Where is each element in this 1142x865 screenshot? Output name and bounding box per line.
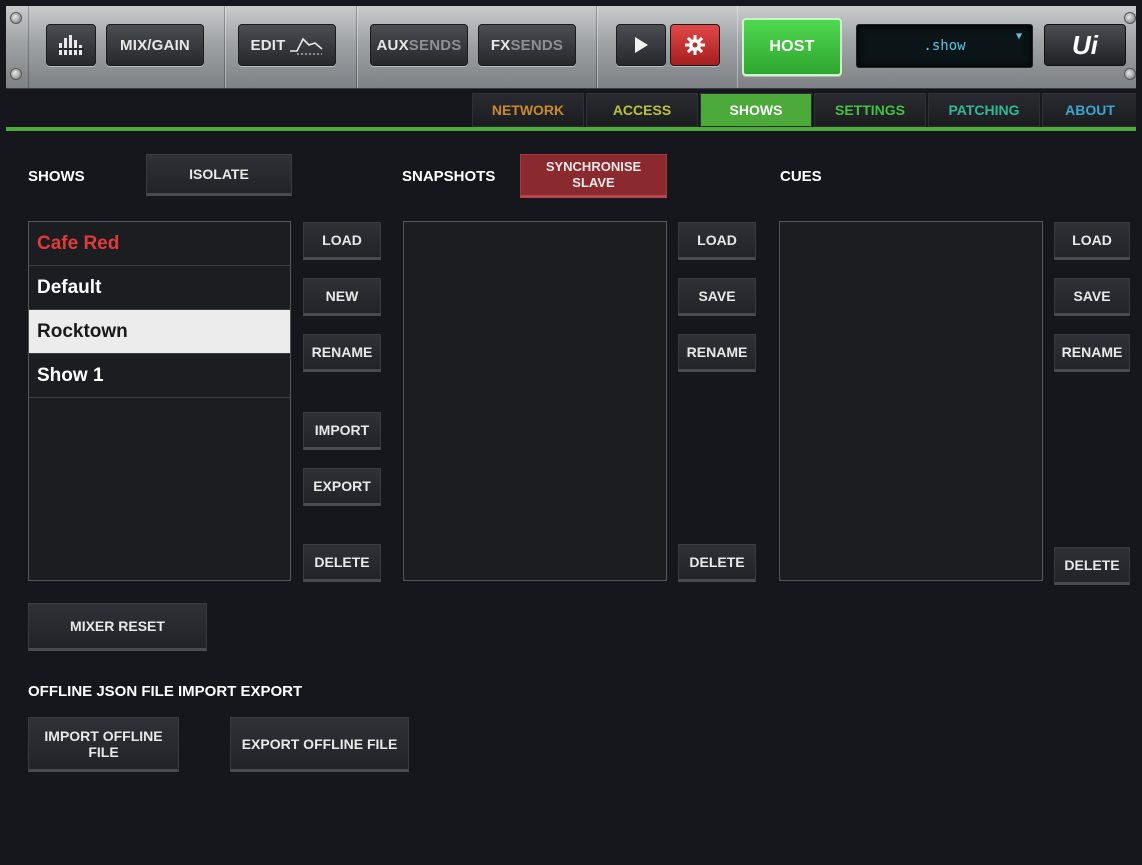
tab-access[interactable]: ACCESS xyxy=(586,93,698,127)
snapshots-save-button[interactable]: SAVE xyxy=(678,278,756,316)
gear-icon xyxy=(685,35,705,55)
screw-icon xyxy=(10,68,22,80)
tab-label: PATCHING xyxy=(948,102,1020,118)
tab-bar: NETWORK ACCESS SHOWS SETTINGS PATCHING A… xyxy=(472,93,1136,127)
mix-gain-button[interactable]: MIX/GAIN xyxy=(106,24,204,66)
snapshots-rename-button[interactable]: RENAME xyxy=(678,334,756,372)
show-display-dropdown[interactable]: .show ▼ xyxy=(856,24,1033,68)
screw-icon xyxy=(1124,12,1136,24)
settings-gear-button[interactable] xyxy=(670,24,720,66)
export-offline-file-button[interactable]: EXPORT OFFLINE FILE xyxy=(230,717,409,772)
offline-section-title: OFFLINE JSON FILE IMPORT EXPORT xyxy=(28,683,303,700)
logo-text: Ui xyxy=(1072,29,1098,60)
list-item[interactable]: Show 1 xyxy=(29,354,290,398)
sync-label-line1: SYNCHRONISE xyxy=(545,159,642,174)
cues-rename-button[interactable]: RENAME xyxy=(1054,334,1130,372)
play-button[interactable] xyxy=(616,24,666,66)
shows-new-button[interactable]: NEW xyxy=(303,278,381,316)
tab-label: SETTINGS xyxy=(834,102,905,118)
cues-load-button[interactable]: LOAD xyxy=(1054,222,1130,260)
list-item[interactable]: Default xyxy=(29,266,290,310)
screw-icon xyxy=(10,12,22,24)
isolate-button[interactable]: ISOLATE xyxy=(146,154,292,196)
meters-icon xyxy=(58,35,84,55)
shows-export-button[interactable]: EXPORT xyxy=(303,468,381,506)
aux-sends-label: SENDS xyxy=(408,36,462,54)
aux-label: AUX xyxy=(376,36,409,54)
host-label: HOST xyxy=(769,38,815,55)
cues-save-button[interactable]: SAVE xyxy=(1054,278,1130,316)
tab-shows[interactable]: SHOWS xyxy=(700,93,812,127)
mix-gain-label: MIX/GAIN xyxy=(120,36,190,54)
list-item[interactable]: Cafe Red xyxy=(29,222,290,266)
fx-sends-label: SENDS xyxy=(510,36,564,54)
tab-underline xyxy=(6,127,1136,131)
aux-sends-button[interactable]: AUX SENDS xyxy=(370,24,468,66)
synchronise-slave-button[interactable]: SYNCHRONISE SLAVE xyxy=(520,154,667,198)
shows-delete-button[interactable]: DELETE xyxy=(303,544,381,582)
snapshots-title: SNAPSHOTS xyxy=(402,168,496,185)
import-offline-file-button[interactable]: IMPORT OFFLINE FILE xyxy=(28,717,179,772)
snapshots-list xyxy=(403,221,667,581)
list-item[interactable]: Rocktown xyxy=(29,310,290,354)
show-display-text: .show xyxy=(923,38,966,54)
tab-about[interactable]: ABOUT xyxy=(1042,93,1136,127)
cues-delete-button[interactable]: DELETE xyxy=(1054,547,1130,585)
host-button[interactable]: HOST xyxy=(742,18,842,76)
tab-label: ACCESS xyxy=(612,102,672,118)
tab-label: SHOWS xyxy=(729,102,783,118)
tab-network[interactable]: NETWORK xyxy=(472,93,584,127)
meters-button[interactable] xyxy=(46,24,96,66)
tab-label: NETWORK xyxy=(491,102,565,118)
ui-logo[interactable]: Ui xyxy=(1044,24,1126,66)
snapshots-load-button[interactable]: LOAD xyxy=(678,222,756,260)
shows-rename-button[interactable]: RENAME xyxy=(303,334,381,372)
tab-patching[interactable]: PATCHING xyxy=(928,93,1040,127)
snapshots-delete-button[interactable]: DELETE xyxy=(678,544,756,582)
fx-sends-button[interactable]: FX SENDS xyxy=(478,24,576,66)
shows-load-button[interactable]: LOAD xyxy=(303,222,381,260)
cues-list xyxy=(779,221,1043,581)
shows-title: SHOWS xyxy=(28,168,85,185)
tab-label: ABOUT xyxy=(1065,102,1115,118)
edit-button[interactable]: EDIT xyxy=(238,24,336,66)
tab-settings[interactable]: SETTINGS xyxy=(814,93,926,127)
edit-label: EDIT xyxy=(250,36,286,54)
play-icon xyxy=(635,37,648,53)
mixer-reset-button[interactable]: MIXER RESET xyxy=(28,603,207,651)
sync-label-line2: SLAVE xyxy=(572,175,615,190)
eq-curve-icon xyxy=(290,37,324,55)
top-toolbar: MIX/GAIN EDIT AUX SENDS FX SENDS HOST .s… xyxy=(6,6,1136,89)
fx-label: FX xyxy=(490,36,511,54)
app-frame: MIX/GAIN EDIT AUX SENDS FX SENDS HOST .s… xyxy=(6,6,1136,865)
shows-import-button[interactable]: IMPORT xyxy=(303,412,381,450)
dropdown-caret-icon: ▼ xyxy=(1015,31,1022,42)
screw-icon xyxy=(1124,68,1136,80)
cues-title: CUES xyxy=(780,168,822,185)
shows-list: Cafe Red Default Rocktown Show 1 xyxy=(28,221,291,581)
